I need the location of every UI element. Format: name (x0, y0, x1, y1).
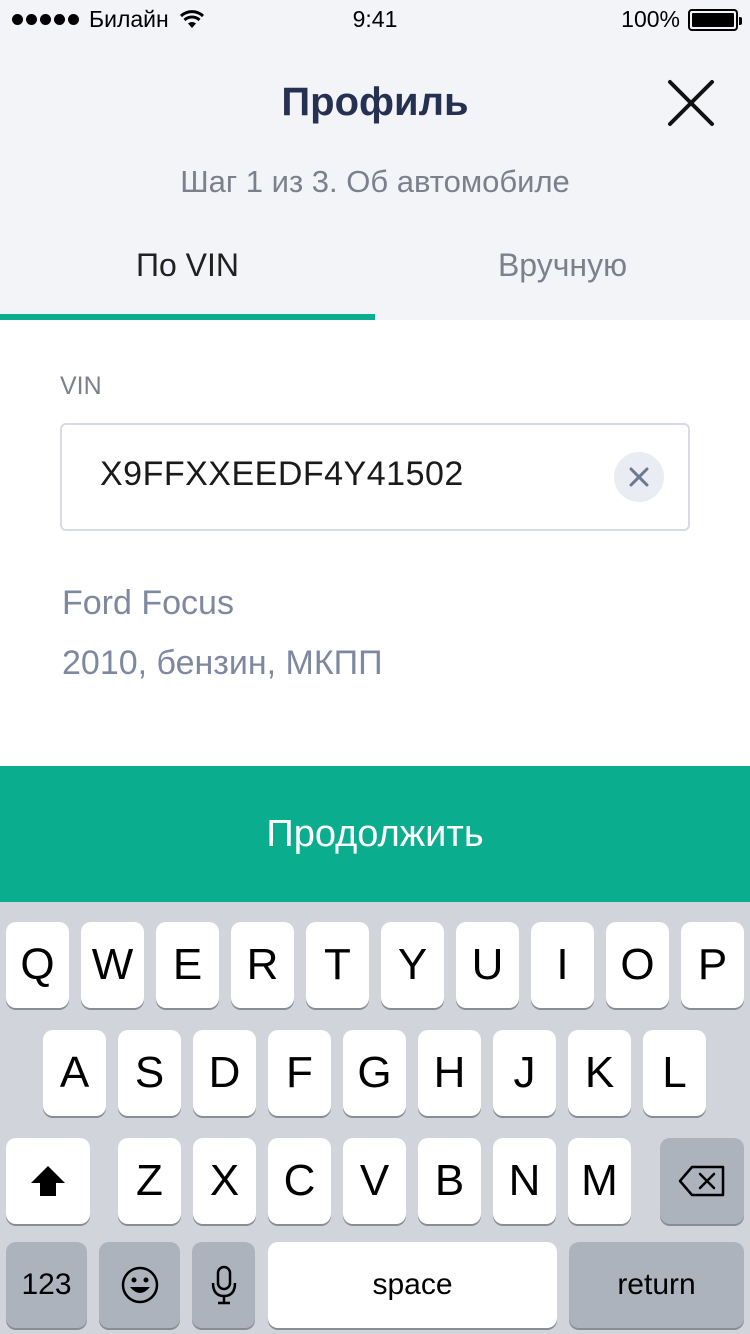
continue-label: Продолжить (266, 812, 484, 855)
key-i[interactable]: I (531, 922, 594, 1008)
continue-button[interactable]: Продолжить (0, 766, 750, 902)
tab-bar: По VIN Вручную (0, 230, 750, 320)
shift-icon (31, 1166, 65, 1196)
key-f[interactable]: F (268, 1030, 331, 1116)
vin-form: VIN X9FFXXEEDF4Y41502 Ford Focus 2010, б… (0, 320, 750, 766)
status-right: 100% (621, 6, 742, 33)
vin-label: VIN (60, 372, 102, 400)
key-r[interactable]: R (231, 922, 294, 1008)
key-o[interactable]: O (606, 922, 669, 1008)
close-icon (668, 80, 714, 126)
clear-icon (629, 467, 649, 487)
key-s[interactable]: S (118, 1030, 181, 1116)
key-q[interactable]: Q (6, 922, 69, 1008)
microphone-icon (211, 1265, 236, 1305)
emoji-icon (121, 1266, 158, 1304)
vin-value: X9FFXXEEDF4Y41502 (100, 455, 464, 493)
key-m[interactable]: M (568, 1138, 631, 1224)
key-x[interactable]: X (193, 1138, 256, 1224)
backspace-key[interactable] (660, 1138, 744, 1224)
microphone-key[interactable] (192, 1242, 255, 1328)
numbers-key[interactable]: 123 (6, 1242, 87, 1328)
key-y[interactable]: Y (381, 922, 444, 1008)
key-l[interactable]: L (643, 1030, 706, 1116)
key-k[interactable]: K (568, 1030, 631, 1116)
key-h[interactable]: H (418, 1030, 481, 1116)
tab-by-vin[interactable]: По VIN (0, 230, 375, 320)
clear-input-button[interactable] (614, 452, 664, 502)
key-a[interactable]: A (43, 1030, 106, 1116)
tab-manual[interactable]: Вручную (375, 230, 750, 320)
step-subtitle: Шаг 1 из 3. Об автомобиле (180, 164, 570, 199)
key-n[interactable]: N (493, 1138, 556, 1224)
vin-input[interactable]: X9FFXXEEDF4Y41502 (60, 423, 690, 531)
car-model: Ford Focus (62, 584, 234, 622)
tab-label: По VIN (135, 247, 240, 283)
return-key[interactable]: return (569, 1242, 744, 1328)
key-b[interactable]: B (418, 1138, 481, 1224)
key-c[interactable]: C (268, 1138, 331, 1224)
car-details: 2010, бензин, МКПП (62, 644, 383, 682)
header: Профиль Шаг 1 из 3. Об автомобиле По VIN… (0, 40, 750, 320)
space-key[interactable]: space (268, 1242, 557, 1328)
battery-percent: 100% (621, 6, 680, 32)
shift-key[interactable] (6, 1138, 90, 1224)
key-d[interactable]: D (193, 1030, 256, 1116)
key-u[interactable]: U (456, 922, 519, 1008)
key-p[interactable]: P (681, 922, 744, 1008)
emoji-key[interactable] (99, 1242, 180, 1328)
battery-icon (688, 8, 742, 31)
key-t[interactable]: T (306, 922, 369, 1008)
backspace-icon (678, 1165, 725, 1197)
status-bar: Билайн 9:41 100% (0, 0, 750, 40)
close-button[interactable] (664, 76, 718, 130)
key-v[interactable]: V (343, 1138, 406, 1224)
key-g[interactable]: G (343, 1030, 406, 1116)
key-z[interactable]: Z (118, 1138, 181, 1224)
key-e[interactable]: E (156, 922, 219, 1008)
page-title: Профиль (281, 80, 469, 124)
keyboard: Q W E R T Y U I O P A S D F G H J K L Z … (0, 902, 750, 1334)
tab-label: Вручную (497, 247, 628, 283)
key-j[interactable]: J (493, 1030, 556, 1116)
key-w[interactable]: W (81, 922, 144, 1008)
